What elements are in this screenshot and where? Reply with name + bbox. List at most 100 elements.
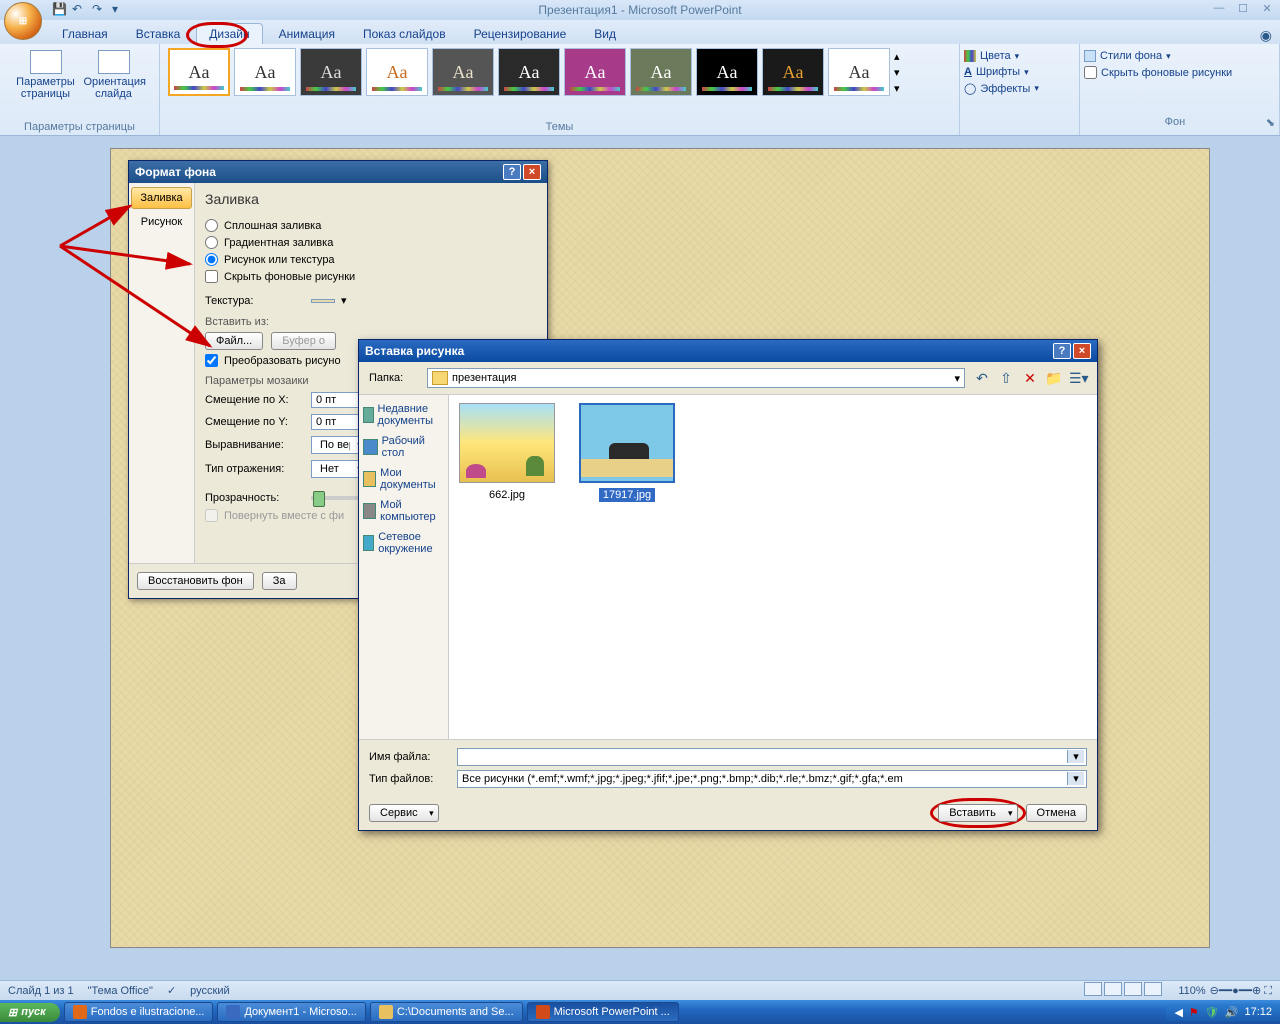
tab-home[interactable]: Главная [50, 24, 120, 44]
tray-icon[interactable]: 🔊 [1225, 1006, 1239, 1019]
nav-picture[interactable]: Рисунок [131, 211, 192, 233]
quick-access-toolbar: 💾 ↶ ↷ ▾ [52, 2, 128, 18]
help-icon[interactable]: ? [503, 164, 521, 180]
tab-design[interactable]: Дизайн [196, 23, 262, 44]
group-label: Параметры страницы [6, 119, 153, 135]
texture-picker[interactable] [311, 299, 335, 303]
qat-more-icon[interactable]: ▾ [112, 2, 128, 18]
tab-view[interactable]: Вид [582, 24, 628, 44]
file-item[interactable]: 17917.jpg [577, 403, 677, 501]
close-icon[interactable]: × [1073, 343, 1091, 359]
taskbar-item[interactable]: Документ1 - Microso... [217, 1002, 365, 1022]
word-icon [226, 1005, 240, 1019]
language-indicator[interactable]: русский [190, 985, 229, 997]
tab-animation[interactable]: Анимация [267, 24, 347, 44]
place-recent[interactable]: Недавние документы [361, 399, 446, 431]
theme-thumb[interactable]: Aa [630, 48, 692, 96]
theme-indicator: "Тема Office" [88, 985, 153, 997]
undo-icon[interactable]: ↶ [72, 2, 88, 18]
zoom-control[interactable]: 110% ⊖━━●━━⊕ ⛶ [1178, 984, 1272, 998]
help-icon[interactable]: ? [1053, 343, 1071, 359]
tray-icon[interactable]: ⚑ [1189, 1006, 1199, 1019]
tab-insert[interactable]: Вставка [124, 24, 193, 44]
office-button[interactable]: ⊞ [4, 2, 42, 40]
spellcheck-icon[interactable]: ✓ [167, 984, 176, 997]
close-button[interactable]: ✕ [1258, 2, 1276, 16]
clipboard-button: Буфер о [271, 332, 336, 350]
system-tray[interactable]: ◀ ⚑ 🛡 🔊 17:12 [1166, 1004, 1280, 1021]
delete-icon[interactable]: ✕ [1021, 370, 1039, 387]
file-button[interactable]: Файл... [205, 332, 263, 350]
hide-bg-checkbox[interactable]: Скрыть фоновые рисунки [1084, 64, 1275, 81]
clock[interactable]: 17:12 [1244, 1006, 1272, 1018]
place-desktop[interactable]: Рабочий стол [361, 431, 446, 463]
place-network[interactable]: Сетевое окружение [361, 527, 446, 559]
colors-button[interactable]: Цвета [964, 48, 1075, 64]
themes-gallery[interactable]: Aa Aa Aa Aa Aa Aa Aa Aa Aa Aa Aa ▴▾▾ [166, 46, 953, 98]
themes-more-button[interactable]: ▴▾▾ [894, 48, 912, 96]
taskbar-item[interactable]: Fondos e ilustracione... [64, 1002, 214, 1022]
filename-input[interactable] [457, 748, 1087, 766]
computer-icon [363, 503, 376, 519]
maximize-button[interactable]: ☐ [1234, 2, 1252, 16]
theme-thumb[interactable]: Aa [828, 48, 890, 96]
tab-slideshow[interactable]: Показ слайдов [351, 24, 458, 44]
file-list[interactable]: 662.jpg 17917.jpg [449, 395, 1097, 739]
place-computer[interactable]: Мой компьютер [361, 495, 446, 527]
folder-icon [432, 371, 448, 385]
checkbox-hide-bg[interactable]: Скрыть фоновые рисунки [205, 268, 537, 285]
fonts-button[interactable]: AШрифты [964, 64, 1075, 80]
help-icon[interactable]: ◉ [1260, 27, 1272, 44]
folder-combo[interactable]: презентация▾ [427, 368, 965, 388]
offset-x-label: Смещение по X: [205, 394, 305, 406]
mirror-label: Тип отражения: [205, 463, 305, 475]
slide-orientation-button[interactable]: Ориентация слайда [84, 50, 144, 100]
theme-thumb[interactable]: Aa [498, 48, 560, 96]
reset-background-button[interactable]: Восстановить фон [137, 572, 254, 590]
views-icon[interactable]: ☰▾ [1069, 370, 1087, 387]
theme-thumb[interactable]: Aa [234, 48, 296, 96]
file-item[interactable]: 662.jpg [457, 403, 557, 501]
effects-button[interactable]: ◯Эффекты [964, 80, 1075, 97]
tray-icon[interactable]: ◀ [1174, 1006, 1182, 1019]
cancel-button[interactable]: Отмена [1026, 804, 1087, 822]
theme-thumb[interactable]: Aa [564, 48, 626, 96]
view-buttons[interactable] [1084, 982, 1164, 999]
taskbar: ⊞пуск Fondos e ilustracione... Документ1… [0, 1000, 1280, 1024]
offset-y-input[interactable] [311, 414, 361, 430]
new-folder-icon[interactable]: 📁 [1045, 370, 1063, 387]
taskbar-item[interactable]: C:\Documents and Se... [370, 1002, 523, 1022]
nav-fill[interactable]: Заливка [131, 187, 192, 209]
page-setup-button[interactable]: Параметры страницы [16, 50, 76, 100]
save-icon[interactable]: 💾 [52, 2, 68, 18]
back-icon[interactable]: ↶ [973, 370, 991, 387]
close-icon[interactable]: × [523, 164, 541, 180]
theme-thumb[interactable]: Aa [432, 48, 494, 96]
offset-x-input[interactable] [311, 392, 361, 408]
radio-gradient-fill[interactable]: Градиентная заливка [205, 234, 537, 251]
start-button[interactable]: ⊞пуск [0, 1003, 60, 1022]
dialog-titlebar[interactable]: Формат фона ?× [129, 161, 547, 183]
radio-solid-fill[interactable]: Сплошная заливка [205, 217, 537, 234]
dialog-titlebar[interactable]: Вставка рисунка ?× [359, 340, 1097, 362]
insert-button[interactable]: Вставить [938, 804, 1018, 822]
filetype-select[interactable]: Все рисунки (*.emf;*.wmf;*.jpg;*.jpeg;*.… [457, 770, 1087, 788]
theme-thumb[interactable]: Aa [762, 48, 824, 96]
radio-picture-texture[interactable]: Рисунок или текстура [205, 251, 537, 268]
theme-thumb[interactable]: Aa [168, 48, 230, 96]
up-icon[interactable]: ⇧ [997, 370, 1015, 387]
theme-thumb[interactable]: Aa [366, 48, 428, 96]
theme-thumb[interactable]: Aa [300, 48, 362, 96]
redo-icon[interactable]: ↷ [92, 2, 108, 18]
background-styles-button[interactable]: Стили фона [1084, 48, 1275, 64]
minimize-button[interactable]: — [1210, 2, 1228, 16]
tools-button[interactable]: Сервис [369, 804, 439, 822]
taskbar-item[interactable]: Microsoft PowerPoint ... [527, 1002, 679, 1022]
places-bar: Недавние документы Рабочий стол Мои доку… [359, 395, 449, 739]
place-docs[interactable]: Мои документы [361, 463, 446, 495]
tray-icon[interactable]: 🛡 [1205, 1006, 1219, 1019]
tab-review[interactable]: Рецензирование [462, 24, 579, 44]
documents-icon [363, 471, 376, 487]
close-button-partial[interactable]: За [262, 572, 297, 590]
theme-thumb[interactable]: Aa [696, 48, 758, 96]
